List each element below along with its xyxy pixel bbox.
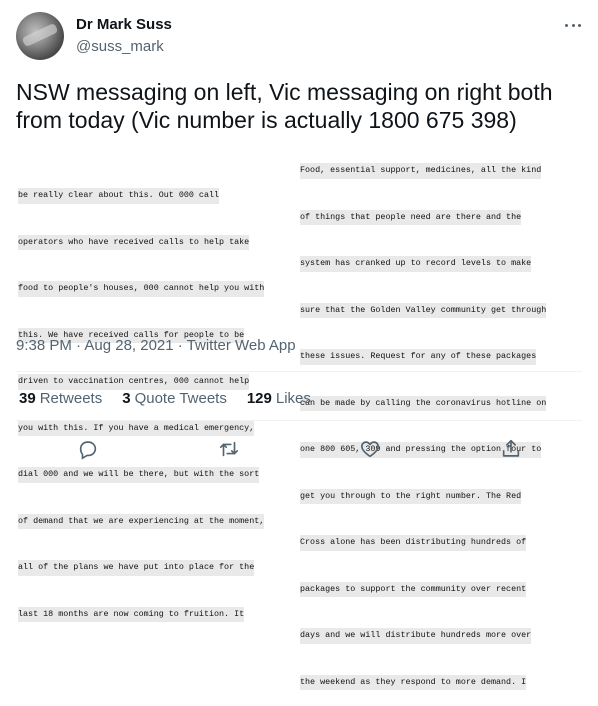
likes-stat[interactable]: 129 Likes — [247, 390, 311, 407]
transcript-line: food to people's houses, 000 cannot help… — [18, 281, 265, 297]
retweet-icon — [219, 441, 239, 457]
avatar[interactable] — [16, 12, 64, 60]
tweet-stats: 39 Retweets 3 Quote Tweets 129 Likes — [19, 390, 331, 407]
like-button[interactable] — [353, 434, 387, 464]
quote-tweets-stat[interactable]: 3 Quote Tweets — [122, 390, 227, 407]
quote-tweets-count: 3 — [122, 390, 131, 407]
transcript-line: Cross alone has been distributing hundre… — [300, 535, 527, 551]
quote-tweets-label: Quote Tweets — [134, 390, 227, 407]
transcript-line: of demand that we are experiencing at th… — [18, 513, 265, 529]
divider — [16, 420, 582, 421]
transcript-line: can be made by calling the coronavirus h… — [300, 395, 547, 411]
transcript-line: dial 000 and we will be there, but with … — [18, 467, 260, 483]
transcript-line: get you through to the right number. The… — [300, 488, 522, 504]
share-button[interactable] — [494, 434, 528, 464]
transcript-line: of things that people need are there and… — [300, 209, 522, 225]
transcript-line: these issues. Request for any of these p… — [300, 349, 537, 365]
reply-icon — [79, 441, 97, 460]
transcript-line: operators who have received calls to hel… — [18, 234, 250, 250]
retweet-button[interactable] — [212, 434, 246, 464]
transcript-line: system has cranked up to record levels t… — [300, 256, 532, 272]
retweets-count: 39 — [19, 390, 36, 407]
heart-icon — [361, 441, 379, 458]
transcript-line: driven to vaccination centres, 000 canno… — [18, 374, 250, 390]
retweets-label: Retweets — [39, 390, 103, 407]
transcript-line: be really clear about this. Out 000 call — [18, 188, 220, 204]
author-handle[interactable]: @suss_mark — [76, 38, 164, 55]
transcript-line: last 18 months are now coming to fruitio… — [18, 606, 245, 622]
tweet-timestamp[interactable]: 9:38 PM · Aug 28, 2021 · Twitter Web App — [16, 337, 296, 354]
transcript-line: packages to support the community over r… — [300, 581, 527, 597]
transcript-line: sure that the Golden Valley community ge… — [300, 302, 547, 318]
share-icon — [502, 439, 520, 457]
tweet-image-right-transcript[interactable]: Food, essential support, medicines, all … — [300, 132, 547, 706]
reply-button[interactable] — [71, 434, 105, 464]
transcript-line: days and we will distribute hundreds mor… — [300, 628, 532, 644]
likes-count: 129 — [246, 390, 272, 407]
divider — [16, 371, 582, 372]
more-horizontal-icon[interactable] — [562, 14, 584, 36]
transcript-line: all of the plans we have put into place … — [18, 560, 255, 576]
retweets-stat[interactable]: 39 Retweets — [19, 390, 102, 407]
transcript-line: the weekend as they respond to more dema… — [300, 674, 527, 690]
tweet-text: NSW messaging on left, Vic messaging on … — [16, 79, 553, 133]
likes-label: Likes — [275, 390, 311, 407]
transcript-line: Food, essential support, medicines, all … — [300, 163, 542, 179]
author-display-name[interactable]: Dr Mark Suss — [76, 16, 172, 33]
